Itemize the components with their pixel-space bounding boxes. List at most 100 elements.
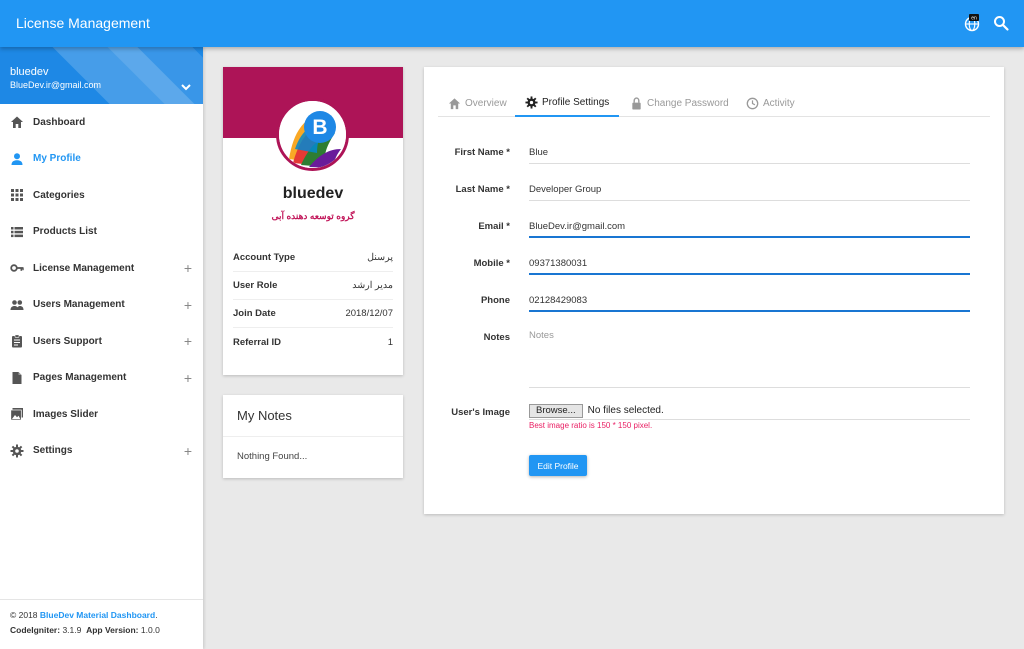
expand-plus-icon[interactable]: + [184, 371, 192, 385]
notes-title: My Notes [223, 395, 403, 437]
sidebar: bluedev BlueDev.ir@gmail.com Dashboard M… [0, 47, 203, 649]
user-image-label: User's Image [451, 407, 510, 418]
tab-label: Overview [465, 97, 507, 109]
lock-icon [630, 96, 643, 110]
sidebar-item-label: Categories [33, 189, 85, 201]
notes-label: Notes [483, 332, 510, 343]
last-name-label: Last Name * [455, 184, 510, 195]
tab-profile-settings[interactable]: Profile Settings [515, 89, 620, 117]
user-panel: bluedev BlueDev.ir@gmail.com [0, 47, 203, 104]
chevron-down-icon [181, 84, 191, 91]
user-menu-toggle[interactable] [179, 80, 193, 94]
avatar: B [276, 98, 349, 171]
grid-icon [10, 188, 24, 202]
copyright-line: © 2018 BlueDev Material Dashboard. [10, 608, 193, 623]
info-row-user-role: User Role مدیر ارشد [233, 272, 393, 300]
info-key: Account Type [233, 252, 296, 263]
first-name-field[interactable] [529, 142, 970, 164]
sidebar-item-label: Dashboard [33, 116, 86, 128]
tab-activity[interactable]: Activity [746, 89, 795, 117]
sidebar-item-label: Users Support [33, 335, 102, 347]
info-row-account-type: Account Type پرسنل [233, 244, 393, 272]
phone-label: Phone [480, 295, 510, 306]
tab-label: Profile Settings [542, 96, 610, 108]
edit-profile-button[interactable]: Edit Profile [529, 455, 587, 476]
codeigniter-label: CodeIgniter: [10, 625, 61, 635]
notes-textarea[interactable] [529, 330, 970, 388]
sidebar-item-dashboard[interactable]: Dashboard [0, 104, 203, 141]
profile-card: B bluedev گروه توسعه دهنده آبی Account T… [223, 67, 403, 375]
language-badge: en [971, 16, 977, 22]
expand-plus-icon[interactable]: + [184, 334, 192, 348]
key-icon [10, 261, 24, 275]
expand-plus-icon[interactable]: + [184, 298, 192, 312]
tab-label: Change Password [647, 97, 729, 109]
sidebar-item-users-management[interactable]: Users Management + [0, 287, 203, 324]
globe-icon: en [964, 14, 980, 32]
email-field[interactable] [529, 216, 970, 238]
phone-field[interactable] [529, 290, 970, 312]
sidebar-item-products-list[interactable]: Products List [0, 214, 203, 251]
image-icon [10, 407, 24, 421]
sidebar-item-my-profile[interactable]: My Profile [0, 141, 203, 178]
expand-plus-icon[interactable]: + [184, 261, 192, 275]
image-hint: Best image ratio is 150 * 150 pixel. [529, 421, 653, 430]
tab-change-password[interactable]: Change Password [630, 89, 729, 117]
sidebar-item-categories[interactable]: Categories [0, 177, 203, 214]
gear-icon [10, 444, 24, 458]
sidebar-item-label: Products List [33, 226, 97, 238]
sidebar-footer: © 2018 BlueDev Material Dashboard. CodeI… [0, 599, 203, 646]
top-app-bar: License Management en [0, 0, 1024, 47]
info-value: مدیر ارشد [352, 280, 393, 291]
info-value: پرسنل [367, 252, 393, 263]
first-name-label: First Name * [454, 147, 510, 158]
info-key: Referral ID [233, 336, 282, 348]
sidebar-nav: Dashboard My Profile Categories Products… [0, 104, 203, 469]
sidebar-item-settings[interactable]: Settings + [0, 433, 203, 470]
sidebar-item-users-support[interactable]: Users Support + [0, 323, 203, 360]
sidebar-item-images-slider[interactable]: Images Slider [0, 396, 203, 433]
email-label: Email * [478, 221, 510, 232]
language-button[interactable]: en [963, 14, 981, 32]
brand-link[interactable]: BlueDev Material Dashboard [40, 610, 155, 620]
home-icon [10, 115, 24, 129]
info-key: Join Date [233, 308, 276, 319]
info-value: 2018/12/07 [345, 308, 393, 319]
copyright-period: . [155, 610, 158, 620]
profile-name: bluedev [282, 185, 344, 202]
last-name-field[interactable] [529, 179, 970, 201]
clock-icon [746, 97, 759, 110]
info-value: 1 [387, 336, 393, 348]
home-icon [448, 97, 461, 110]
file-input[interactable]: Browse... No files selected. [529, 402, 970, 420]
tab-label: Activity [763, 97, 795, 109]
browse-button[interactable]: Browse... [529, 403, 583, 418]
bluedev-logo: B [279, 101, 346, 168]
profile-info-list: Account Type پرسنل User Role مدیر ارشد J… [233, 244, 393, 356]
sidebar-item-label: Settings [33, 445, 73, 457]
sidebar-item-license-management[interactable]: License Management + [0, 250, 203, 287]
user-name: bluedev [10, 66, 49, 78]
app-version-label: App Version: [86, 625, 139, 635]
mobile-field[interactable] [529, 253, 970, 275]
profile-settings-card: Overview Profile Settings Change Passwor… [424, 67, 1004, 514]
document-icon [10, 371, 24, 385]
sidebar-item-pages-management[interactable]: Pages Management + [0, 360, 203, 397]
sidebar-item-label: My Profile [33, 153, 81, 165]
sidebar-item-label: Users Management [33, 299, 125, 311]
tab-overview[interactable]: Overview [448, 89, 507, 117]
sidebar-item-label: License Management [33, 262, 135, 274]
person-icon [10, 152, 24, 166]
profile-tabs: Overview Profile Settings Change Passwor… [438, 89, 990, 117]
search-button[interactable] [992, 14, 1010, 32]
info-key: User Role [233, 280, 278, 291]
app-version: 1.0.0 [140, 625, 160, 635]
file-status-text: No files selected. [587, 405, 664, 416]
codeigniter-version: 3.1.9 [62, 625, 82, 635]
sidebar-item-label: Pages Management [33, 372, 127, 384]
expand-plus-icon[interactable]: + [184, 444, 192, 458]
gear-icon [525, 95, 538, 109]
version-line: CodeIgniter: 3.1.9 App Version: 1.0.0 [10, 623, 193, 638]
notes-empty-message: Nothing Found... [237, 451, 308, 462]
clipboard-icon [10, 334, 24, 348]
